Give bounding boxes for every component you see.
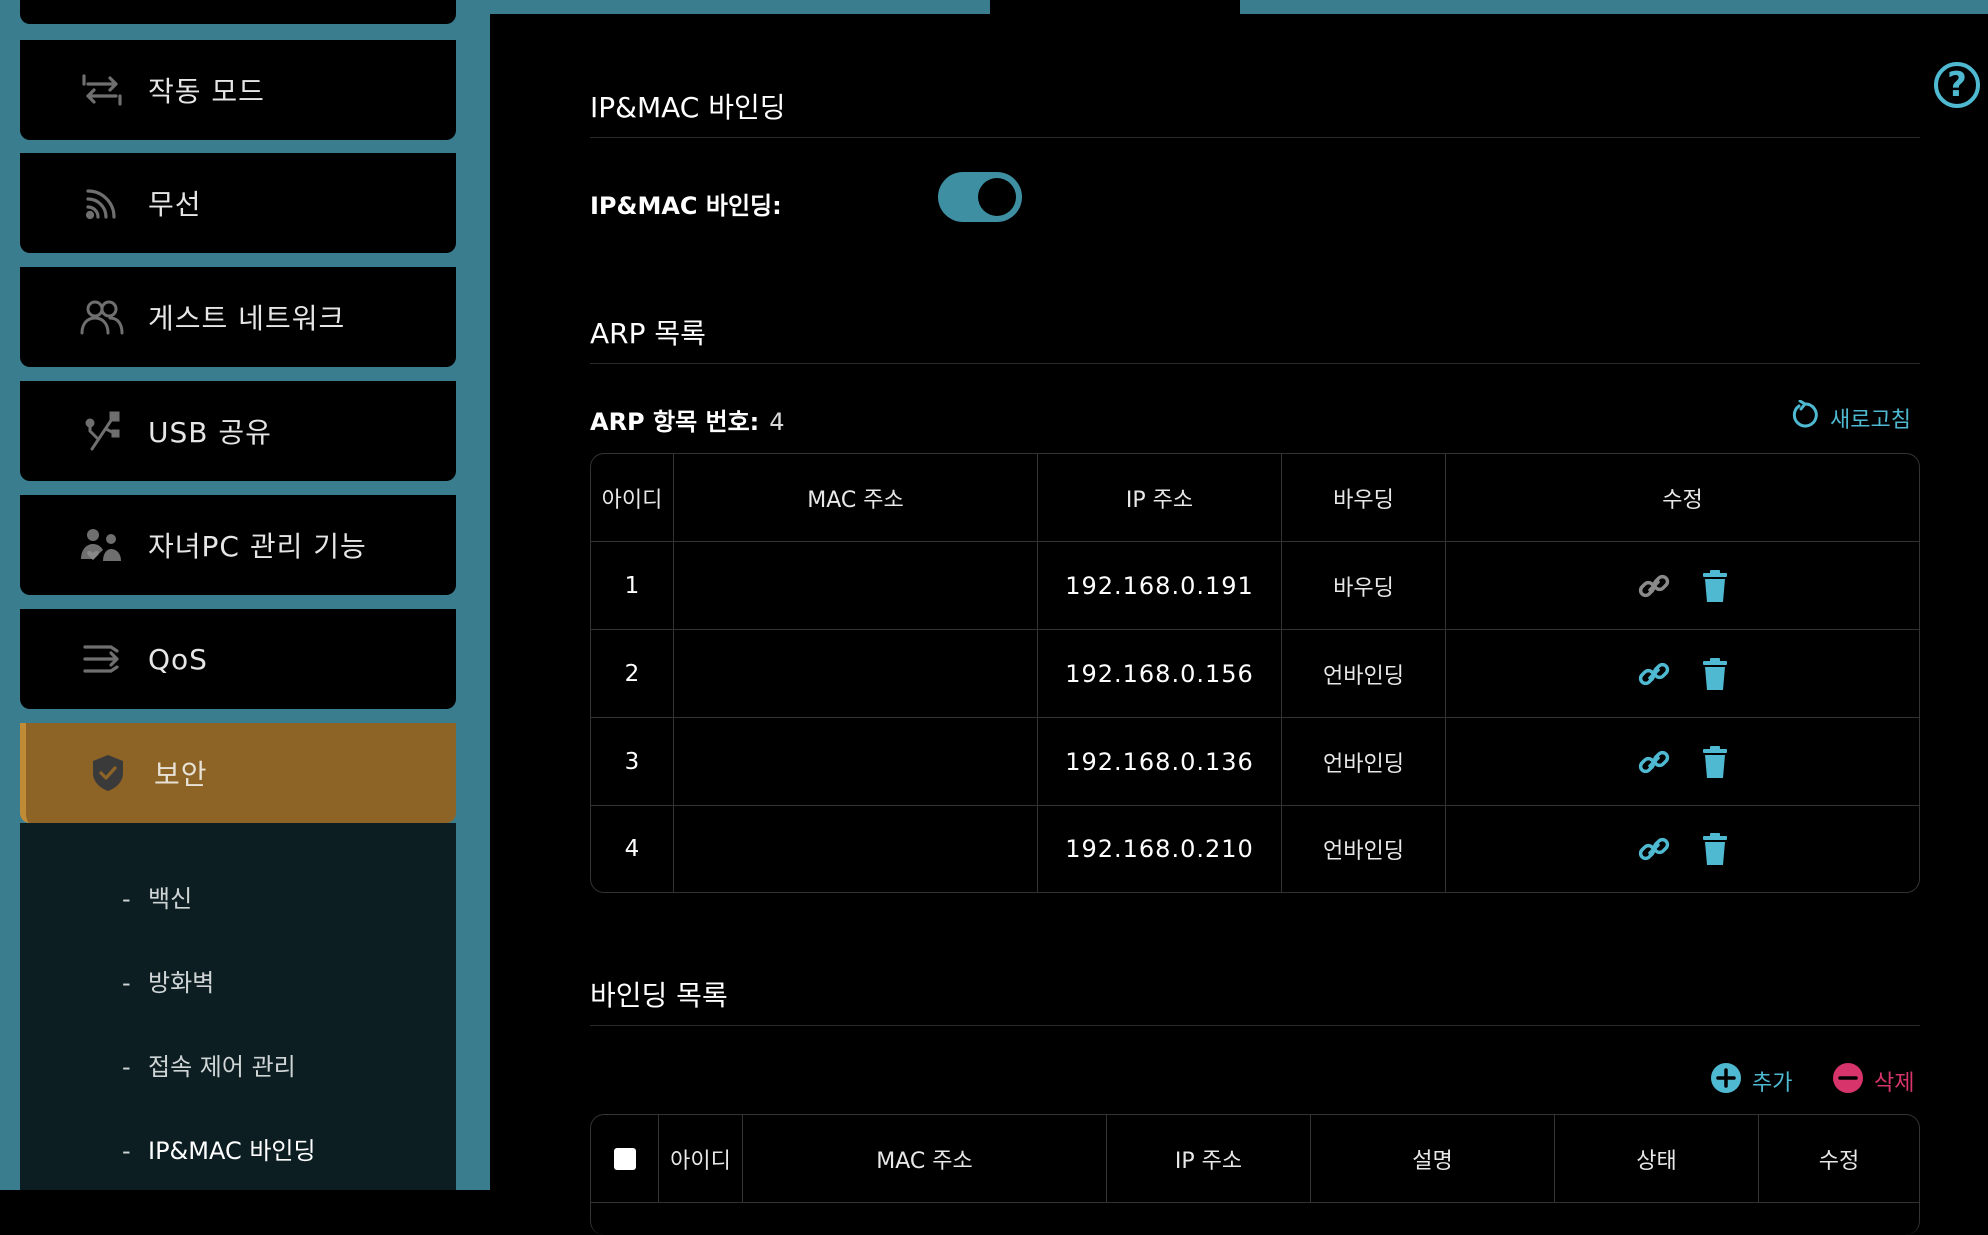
submenu-item-antivirus[interactable]: - 백신 [122, 879, 192, 914]
security-shield-icon [82, 747, 134, 799]
arp-table: 아이디 MAC 주소 IP 주소 바우딩 수정 1 192.168.0.191 … [590, 453, 1920, 893]
security-submenu: - 백신 - 방화벽 - 접속 제어 관리 - IP&MAC 바인딩 [20, 823, 456, 1190]
sidebar-item-parental-control[interactable]: 자녀PC 관리 기능 [20, 495, 456, 595]
section-divider [590, 1025, 1920, 1026]
refresh-icon [1790, 399, 1820, 436]
plus-circle-icon [1710, 1062, 1742, 1100]
row-actions [1446, 718, 1919, 806]
submenu-item-firewall[interactable]: - 방화벽 [122, 963, 214, 998]
sidebar-item-label: 게스트 네트워크 [148, 302, 346, 335]
sidebar-item-wireless[interactable]: 무선 [20, 153, 456, 253]
section-divider [590, 363, 1920, 364]
row-id: 1 [591, 542, 674, 630]
sidebar-item-label: QoS [148, 642, 208, 676]
row-ip: 192.168.0.156 [1038, 630, 1282, 718]
refresh-button[interactable]: 새로고침 [1790, 399, 1911, 436]
row-actions [1446, 542, 1919, 630]
sidebar-item-guest-network[interactable]: 게스트 네트워크 [20, 267, 456, 367]
column-header-mac: MAC 주소 [674, 454, 1038, 542]
trash-icon[interactable] [1701, 832, 1729, 866]
row-actions [1446, 630, 1919, 718]
link-icon[interactable] [1637, 569, 1671, 603]
link-icon[interactable] [1637, 657, 1671, 691]
sidebar-item-operation-mode[interactable]: 작동 모드 [20, 40, 456, 140]
column-header-edit: 수정 [1446, 454, 1919, 542]
submenu-item-label: 접속 제어 관리 [148, 1053, 296, 1081]
submenu-item-ip-mac-binding[interactable]: - IP&MAC 바인딩 [122, 1131, 316, 1166]
row-status: 언바인딩 [1282, 630, 1446, 718]
link-icon[interactable] [1637, 745, 1671, 779]
binding-toggle[interactable] [938, 172, 1022, 222]
top-frame-right [1240, 0, 1988, 14]
sidebar-item-security[interactable]: 보안 [20, 723, 456, 823]
binding-list-title: 바인딩 목록 [590, 979, 728, 1012]
row-mac [674, 718, 1038, 806]
refresh-label: 새로고침 [1830, 408, 1911, 433]
binding-section-title: IP&MAC 바인딩 [590, 91, 786, 124]
sidebar-item-label: 자녀PC 관리 기능 [148, 530, 367, 563]
row-status: 언바인딩 [1282, 718, 1446, 806]
wireless-icon [76, 177, 128, 229]
arp-count-value: 4 [769, 408, 785, 436]
usb-icon [76, 405, 128, 457]
help-icon[interactable]: ? [1934, 62, 1980, 108]
sidebar-item-partial[interactable] [20, 0, 456, 24]
binding-table: 아이디 MAC 주소 IP 주소 설명 상태 수정 [590, 1114, 1920, 1235]
minus-circle-icon [1832, 1062, 1864, 1100]
sidebar-item-usb[interactable]: USB 공유 [20, 381, 456, 481]
select-all-checkbox[interactable] [613, 1147, 636, 1170]
row-ip: 192.168.0.191 [1038, 542, 1282, 630]
arp-count-label: ARP 항목 번호: [590, 408, 760, 436]
row-mac [674, 630, 1038, 718]
row-id: 2 [591, 630, 674, 718]
top-frame-left [490, 0, 990, 14]
sidebar-item-label: USB 공유 [148, 416, 272, 449]
submenu-item-label: 백신 [148, 885, 193, 913]
row-id: 3 [591, 718, 674, 806]
arp-section-title: ARP 목록 [590, 317, 706, 350]
sidebar-item-label: 보안 [154, 758, 208, 791]
submenu-item-access-control[interactable]: - 접속 제어 관리 [122, 1047, 296, 1082]
trash-icon[interactable] [1701, 569, 1729, 603]
operation-mode-icon [76, 64, 128, 116]
row-status: 바우딩 [1282, 542, 1446, 630]
trash-icon[interactable] [1701, 657, 1729, 691]
sidebar-item-label: 작동 모드 [148, 75, 265, 108]
sidebar-item-label: 무선 [148, 188, 202, 221]
row-ip: 192.168.0.210 [1038, 806, 1282, 892]
add-label: 추가 [1752, 1071, 1793, 1096]
delete-button[interactable]: 삭제 [1832, 1062, 1914, 1100]
row-id: 4 [591, 806, 674, 892]
column-header-id: 아이디 [591, 454, 674, 542]
submenu-item-label: 방화벽 [148, 969, 215, 997]
section-divider [590, 137, 1920, 138]
row-ip: 192.168.0.136 [1038, 718, 1282, 806]
link-icon[interactable] [1637, 832, 1671, 866]
row-status: 언바인딩 [1282, 806, 1446, 892]
qos-icon [76, 633, 128, 685]
toggle-knob [978, 178, 1016, 216]
delete-label: 삭제 [1874, 1071, 1915, 1096]
column-header-ip: IP 주소 [1038, 454, 1282, 542]
row-mac [674, 542, 1038, 630]
binding-field-label: IP&MAC 바인딩: [590, 192, 782, 220]
parental-control-icon [76, 519, 128, 571]
sidebar-item-qos[interactable]: QoS [20, 609, 456, 709]
arp-count: ARP 항목 번호: 4 [590, 402, 785, 437]
guest-network-icon [76, 291, 128, 343]
column-header-binding: 바우딩 [1282, 454, 1446, 542]
row-mac [674, 806, 1038, 892]
submenu-item-label: IP&MAC 바인딩 [148, 1137, 316, 1165]
row-actions [1446, 806, 1919, 892]
add-button[interactable]: 추가 [1710, 1062, 1792, 1100]
trash-icon[interactable] [1701, 745, 1729, 779]
